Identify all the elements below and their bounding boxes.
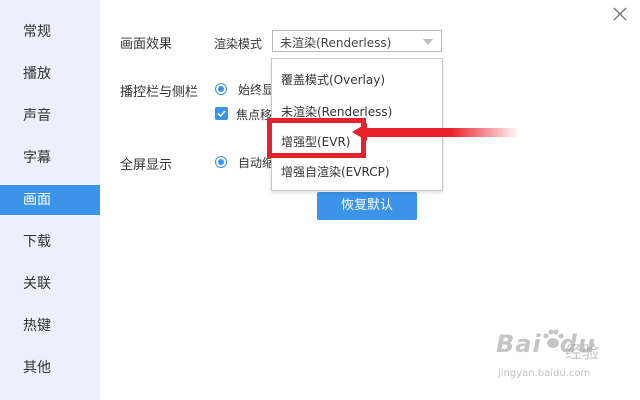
render-mode-label: 渲染模式 [214,37,263,51]
sidebar-item-other[interactable]: 其他 [0,353,87,383]
settings-sidebar: 常规 播放 声音 字幕 画面 下载 关联 热键 其他 [0,0,100,400]
picture-effect-section-label: 画面效果 [120,37,173,52]
sidebar-item-general[interactable]: 常规 [0,17,87,47]
sidebar-item-sound[interactable]: 声音 [0,101,87,131]
sidebar-item-association[interactable]: 关联 [0,269,87,299]
render-mode-value: 未渲染(Renderless) [280,36,392,50]
dropdown-option-overlay[interactable]: 覆盖模式(Overlay) [281,71,385,88]
sidebar-item-label: 画面 [23,192,51,208]
sidebar-item-download[interactable]: 下载 [0,227,87,257]
sidebar-item-playback[interactable]: 播放 [0,59,87,89]
close-button[interactable] [612,6,628,22]
always-show-label: 始终显 [238,83,275,97]
dropdown-option-evrcp[interactable]: 增强自渲染(EVRCP) [281,163,390,180]
close-icon [613,7,627,21]
always-show-radio[interactable] [215,83,227,95]
controls-section-label: 播控栏与侧栏 [120,85,199,100]
watermark-url: jingyan.baidu.com [498,368,591,379]
fullscreen-section-label: 全屏显示 [120,158,173,173]
annotation-arrow-head [352,123,367,141]
restore-defaults-button[interactable]: 恢复默认 [317,192,417,220]
checkmark-icon [217,110,226,118]
auto-fit-radio[interactable] [215,156,227,168]
watermark-text: 经验 [565,343,599,363]
annotation-arrow-line [366,128,520,137]
watermark-paw-icon [543,329,564,348]
chevron-down-icon [423,39,433,45]
focus-checkbox[interactable] [215,107,228,120]
sidebar-item-hotkeys[interactable]: 热键 [0,311,87,341]
sidebar-item-subtitles[interactable]: 字幕 [0,143,87,173]
render-mode-select[interactable]: 未渲染(Renderless) [272,30,442,52]
sidebar-item-picture[interactable]: 画面 [0,185,100,215]
